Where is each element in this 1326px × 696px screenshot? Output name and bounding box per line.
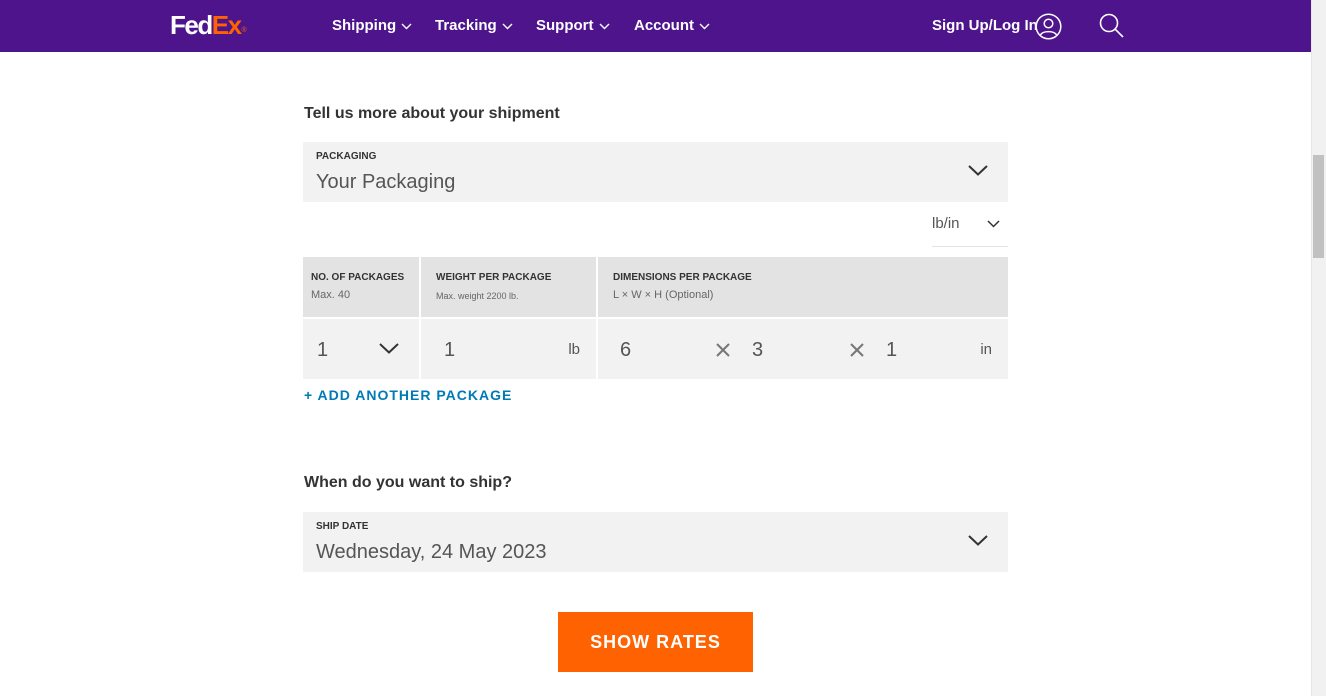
sign-up-log-in-link[interactable]: Sign Up/Log In (932, 17, 1038, 35)
top-navigation-bar: FedEx® Shipping Tracking Support Account… (0, 0, 1311, 52)
weight-header-sub: Max. weight 2200 lb. (436, 291, 519, 301)
fedex-logo[interactable]: FedEx® (170, 12, 247, 44)
weight-header-title: WEIGHT PER PACKAGE (436, 272, 552, 283)
dimensions-header-title: DIMENSIONS PER PACKAGE (613, 272, 752, 283)
weight-input[interactable]: 1 lb (421, 319, 596, 379)
packages-count-select[interactable]: 1 (303, 319, 419, 379)
packaging-label: PACKAGING (316, 151, 377, 162)
packages-count-value: 1 (317, 339, 329, 361)
weight-column-header: WEIGHT PER PACKAGE Max. weight 2200 lb. (421, 257, 596, 317)
dimensions-header-sub: L × W × H (Optional) (613, 289, 714, 301)
ship-date-select[interactable]: SHIP DATE Wednesday, 24 May 2023 (303, 512, 1008, 572)
dimensions-column-header: DIMENSIONS PER PACKAGE L × W × H (Option… (598, 257, 1008, 317)
nav-account[interactable]: Account (634, 17, 710, 35)
chevron-down-icon (987, 220, 1000, 228)
scrollbar-track[interactable] (1311, 0, 1326, 696)
packaging-value: Your Packaging (316, 171, 456, 193)
chevron-down-icon (968, 165, 988, 176)
nav-support[interactable]: Support (536, 17, 610, 35)
unit-system-value: lb/in (932, 215, 960, 232)
packages-header-sub: Max. 40 (311, 289, 351, 301)
shipment-section-title: Tell us more about your shipment (304, 105, 560, 122)
chevron-down-icon (379, 343, 399, 354)
scrollbar-thumb[interactable] (1313, 155, 1324, 258)
dimensions-inputs: 6 3 1 in (598, 319, 1008, 379)
width-input[interactable]: 3 (752, 338, 763, 362)
show-rates-button[interactable]: SHOW RATES (558, 612, 753, 672)
add-another-package-link[interactable]: + ADD ANOTHER PACKAGE (304, 386, 512, 404)
height-input[interactable]: 1 (886, 338, 897, 362)
chevron-down-icon (968, 535, 988, 546)
weight-unit: lb (568, 341, 580, 358)
times-icon (850, 343, 864, 357)
length-input[interactable]: 6 (620, 338, 631, 362)
nav-tracking-label: Tracking (435, 17, 497, 34)
nav-shipping-label: Shipping (332, 17, 397, 34)
times-icon (716, 343, 730, 357)
chevron-down-icon (502, 23, 513, 29)
packages-header-title: NO. OF PACKAGES (311, 272, 405, 283)
nav-account-label: Account (634, 17, 694, 34)
packages-column-header: NO. OF PACKAGES Max. 40 (303, 257, 419, 317)
dimensions-unit: in (980, 341, 992, 358)
nav-shipping[interactable]: Shipping (332, 17, 412, 35)
packaging-select[interactable]: PACKAGING Your Packaging (303, 142, 1008, 202)
chevron-down-icon (699, 23, 710, 29)
ship-date-section-title: When do you want to ship? (304, 474, 512, 491)
ship-date-label: SHIP DATE (316, 521, 369, 532)
weight-value: 1 (444, 339, 456, 361)
chevron-down-icon (599, 23, 609, 29)
chevron-down-icon (401, 23, 412, 29)
user-icon[interactable] (1035, 13, 1062, 40)
ship-date-value: Wednesday, 24 May 2023 (316, 541, 547, 563)
nav-support-label: Support (536, 17, 594, 34)
nav-tracking[interactable]: Tracking (435, 17, 513, 35)
search-icon[interactable] (1098, 12, 1125, 39)
unit-system-select[interactable]: lb/in (932, 208, 1008, 247)
